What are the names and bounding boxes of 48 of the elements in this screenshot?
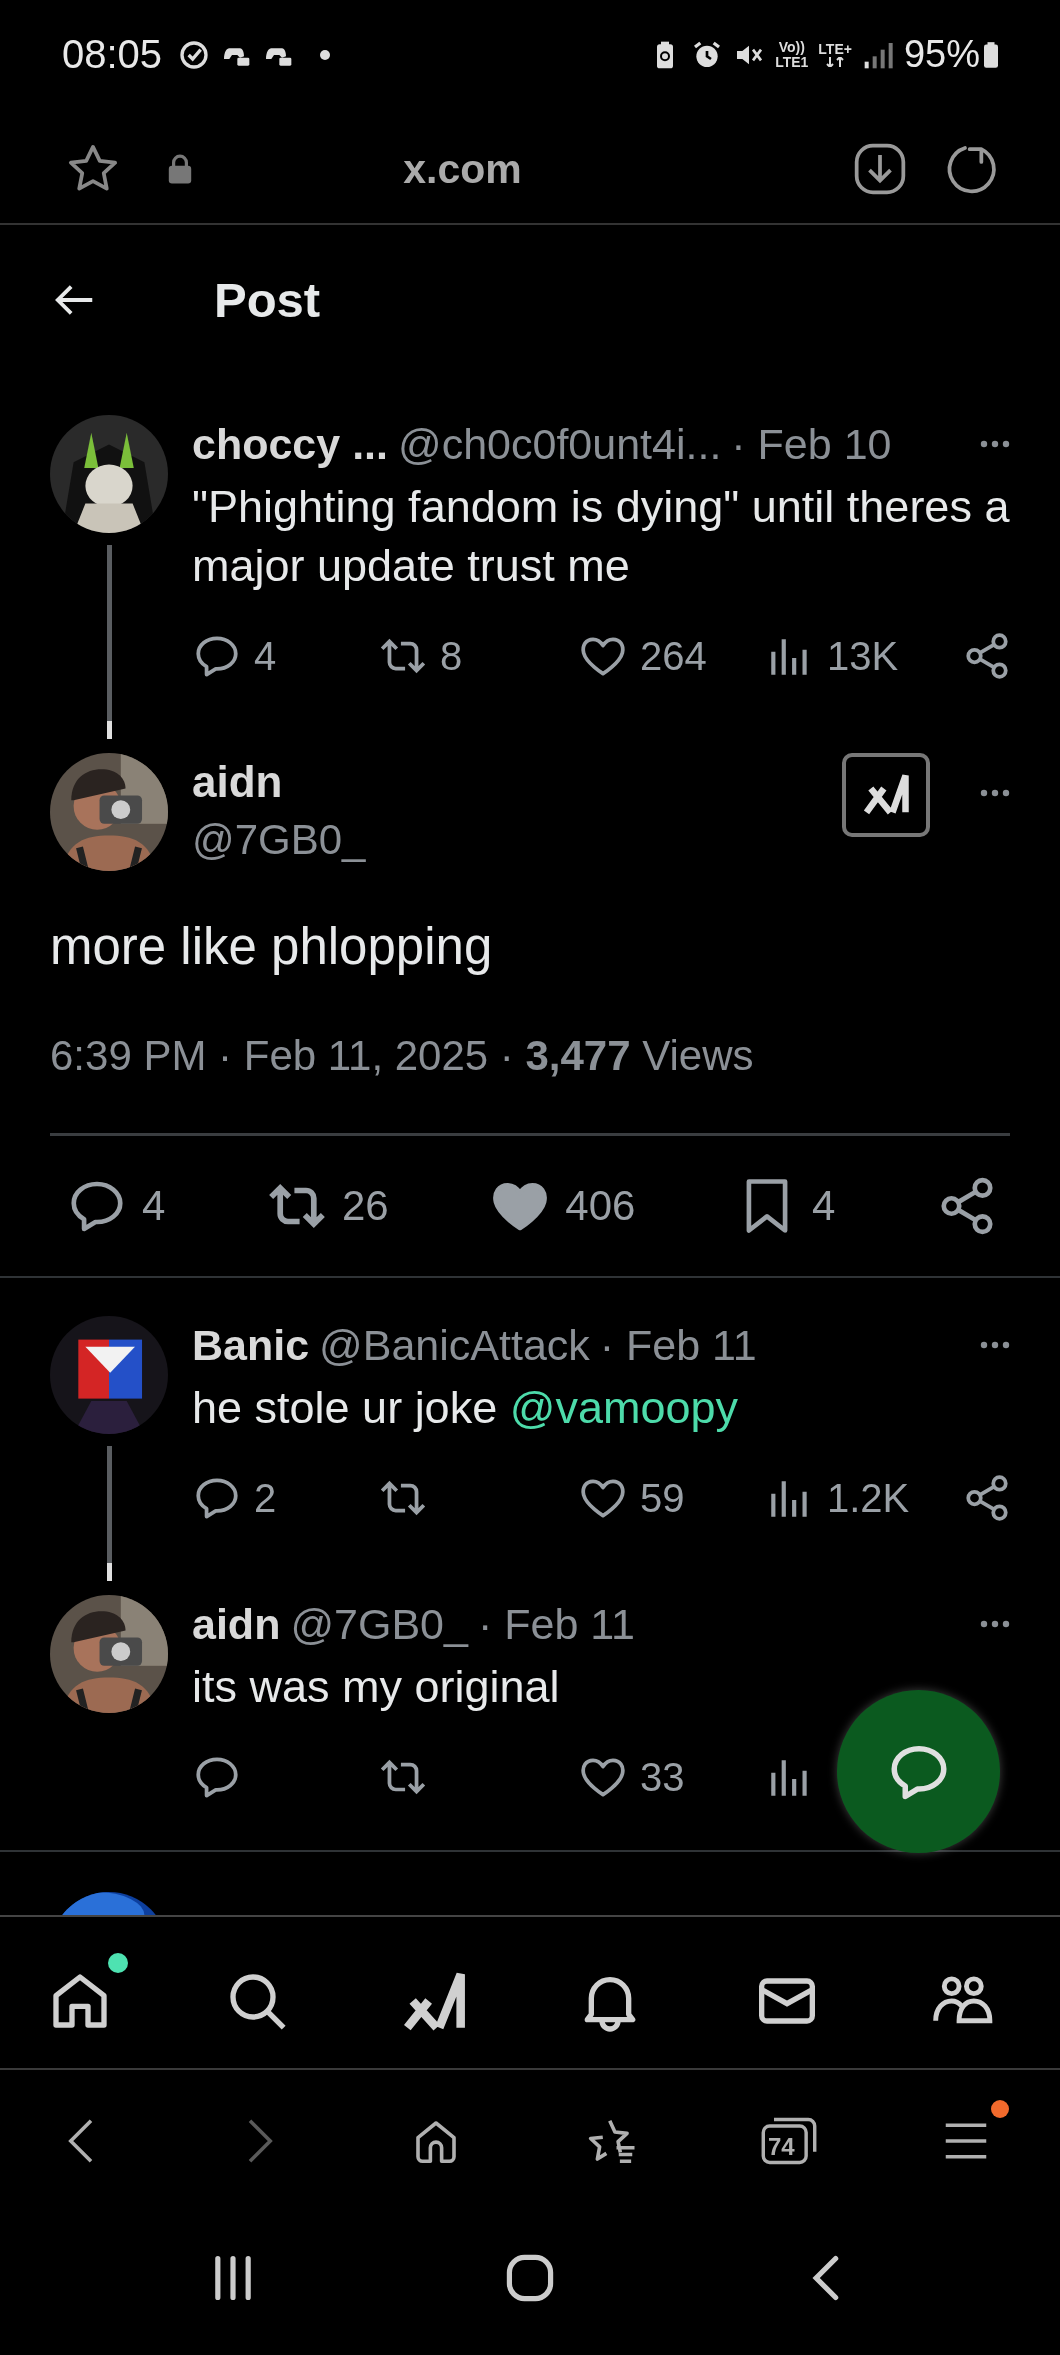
post-text: its was my original: [192, 1660, 561, 1714]
network-label: LTE+: [818, 42, 852, 57]
page-title: Post: [214, 272, 321, 328]
post-date[interactable]: · Feb 11: [599, 1320, 757, 1370]
notification-dot-icon: [320, 49, 331, 60]
lock-icon: [167, 153, 193, 185]
post-text: "Phighting fandom is dying" until theres a major update trust me: [192, 480, 1010, 593]
volte-label: Vo)): [778, 39, 805, 55]
check-circle-icon: [178, 38, 211, 71]
more-icon[interactable]: [980, 440, 1010, 448]
author-name[interactable]: aidn: [192, 1599, 281, 1649]
author-name[interactable]: choccy ...: [192, 419, 388, 469]
data-arrows-icon: [825, 57, 846, 67]
views-button[interactable]: 1.2K: [761, 1469, 914, 1527]
more-icon[interactable]: [980, 789, 1010, 797]
reply-button[interactable]: 2: [188, 1469, 281, 1527]
like-button[interactable]: 406: [489, 1175, 636, 1237]
download-icon[interactable]: [852, 141, 908, 197]
more-icon[interactable]: [980, 1341, 1010, 1349]
repost-button[interactable]: 26: [265, 1175, 389, 1237]
url-field[interactable]: x.com: [193, 145, 732, 193]
like-button[interactable]: 33: [574, 1748, 689, 1806]
post-date[interactable]: · Feb 11: [477, 1599, 635, 1649]
like-button[interactable]: 264: [574, 627, 711, 685]
grok-button[interactable]: [842, 753, 930, 837]
status-time: 08:05: [62, 32, 163, 77]
sim-label: LTE1: [775, 54, 809, 70]
reply-button[interactable]: 4: [188, 627, 281, 685]
repost-button[interactable]: 8: [374, 627, 467, 685]
views-button[interactable]: 13K: [761, 627, 903, 685]
mention-link[interactable]: @vamoopy: [509, 1382, 738, 1433]
post-meta: 6:39 PM · Feb 11, 2025 · 3,477 Views: [50, 1031, 755, 1081]
author-handle[interactable]: @7GB0_: [192, 811, 842, 869]
author-handle[interactable]: @BanicAttack: [319, 1320, 590, 1370]
post-text: more like phlopping: [50, 917, 494, 977]
battery-icon: [984, 41, 998, 68]
author-name[interactable]: aidn: [192, 753, 842, 811]
post-text: he stole ur joke @vamoopy: [192, 1381, 739, 1435]
browser-tabs-button[interactable]: 74: [755, 2098, 835, 2172]
author-handle[interactable]: @7GB0_: [290, 1599, 468, 1649]
battery-percent: 95%: [903, 33, 980, 76]
bookmark-button[interactable]: 4: [736, 1175, 836, 1237]
author-name[interactable]: Banic: [192, 1320, 310, 1370]
post-date[interactable]: · Feb 10: [731, 419, 892, 469]
reply-button[interactable]: 4: [66, 1175, 166, 1237]
like-button[interactable]: 59: [574, 1469, 689, 1527]
more-icon[interactable]: [980, 1620, 1010, 1628]
author-handle[interactable]: @ch0c0f0unt4i...: [398, 419, 722, 469]
